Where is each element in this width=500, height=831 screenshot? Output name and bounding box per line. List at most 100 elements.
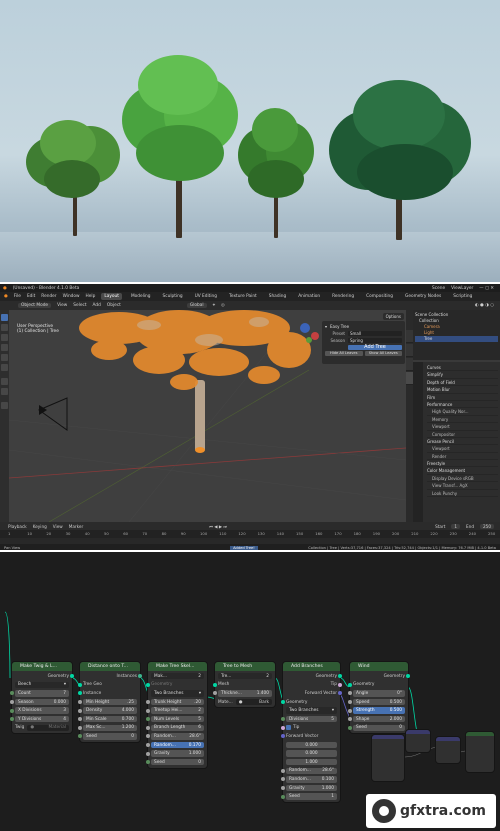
node-tree-to-mesh[interactable]: Tree to Mesh Tre... 2 Mesh Thickne... 1.40… [213,662,275,708]
properties-panel-row[interactable]: High Quality Nor... [427,408,498,416]
properties-panel-row[interactable]: Simplify [427,371,498,379]
n2-density-socket[interactable] [78,708,82,713]
node-make-twig-leaves[interactable]: Make Twig & L... Geometry Beech ▾ Count 7 … [10,662,74,734]
menu-render[interactable]: Render [41,294,56,299]
node-add-branches[interactable]: Add Branches Geometry Tip Forward Vector… [281,662,342,802]
mode-dropdown[interactable]: Object Mode [18,303,52,308]
properties-panel-row[interactable]: Memory [427,416,498,424]
n3-trunk-height-field[interactable]: Trunk Height .20 [151,698,204,706]
n5-gravity-socket[interactable] [281,786,285,791]
tab-layout[interactable]: Layout [101,293,122,300]
properties-panel-row[interactable]: Performance [427,401,498,409]
n3-branch-mode-dropdown[interactable]: Two Branches ▾ [151,690,204,697]
n6-speed-field[interactable]: Speed 0.500 [353,698,405,706]
n6-shape-field[interactable]: Shape 2.000 [353,716,405,723]
node-distance-onto-tree[interactable]: Distance onto T... Instances Tree Geo In… [78,662,142,742]
selected-leaves-mesh[interactable] [79,310,311,390]
view-layer-selector[interactable]: ViewLayer [451,286,473,291]
move-tool-icon[interactable] [1,334,8,341]
n3-branch-length-field[interactable]: Branch Length 6 [151,724,204,732]
n2-max-scale-socket[interactable] [78,725,82,730]
n3-geometry-socket[interactable] [146,682,150,687]
n5-gravity-field[interactable]: Gravity 1.000 [286,784,337,792]
n2-density-field[interactable]: Density 4.000 [83,707,137,714]
node-make-twig-leaves-title[interactable]: Make Twig & L... [12,662,72,671]
n6-geometry-socket[interactable] [348,682,352,687]
n5-tip-checkbox[interactable] [286,725,291,731]
properties-panel-row[interactable]: Motion Blur [427,386,498,394]
sidebar-tab-tool[interactable] [406,344,413,357]
scale-tool-icon[interactable] [1,354,8,361]
n2-min-scale-field[interactable]: Min Scale 0.700 [83,716,137,723]
n4-thickness-field[interactable]: Thickne... 1.400 [218,690,272,697]
n6-strength-field[interactable]: Strength 0.500 [353,707,405,714]
n5-random-amount-socket[interactable] [281,777,285,782]
tab-animation[interactable]: Animation [295,293,323,300]
n5-random-angle-field[interactable]: Random... 28.6° [286,767,337,775]
n5-branch-mode-dropdown[interactable]: Two Branches ▾ [286,707,337,714]
n3-random-angle-socket[interactable] [146,734,150,739]
n1-x-divisions-socket[interactable] [10,708,14,713]
n2-min-height-field[interactable]: Min Height .25 [83,698,137,706]
n5-divisions-field[interactable]: Divisions 5 [286,716,337,723]
node-make-tree-skeleton[interactable]: Make Tree Skel... Mak... 2 Geometry Two B… [146,662,207,768]
n6-speed-socket[interactable] [348,700,352,705]
n3-treetop-height-field[interactable]: Treetop Hei... 2 [151,707,204,714]
n2-min-height-socket[interactable] [78,700,82,705]
tab-geometry-nodes[interactable]: Geometry Nodes [402,293,444,300]
menu-object[interactable]: Object [107,303,121,308]
n5-divisions-socket[interactable] [281,717,285,722]
menu-select[interactable]: Select [73,303,86,308]
n3-gravity-field[interactable]: Gravity 1.000 [151,750,204,757]
n5-vector-y-field[interactable]: 0.000 [286,750,337,757]
annotate-tool-icon[interactable] [1,378,8,385]
n2-max-scale-field[interactable]: Max Sc... 1.200 [83,724,137,732]
properties-panel-row[interactable]: Curves [427,364,498,372]
n4-mesh-socket[interactable] [213,682,217,687]
tab-shading[interactable]: Shading [266,293,289,300]
properties-panel-row[interactable]: Color Management [427,467,498,475]
options-dropdown[interactable]: Options [382,313,404,320]
n1-count-socket[interactable] [10,691,14,696]
n2-tree-geo-socket[interactable] [78,682,82,687]
add-tree-button[interactable]: Add Tree [348,344,402,350]
n3-num-levels-field[interactable]: Num Levels 5 [151,716,204,723]
add-cube-tool-icon[interactable] [1,402,8,409]
n1-season-field[interactable]: Season 0.000 [15,698,69,706]
n1-y-divisions-socket[interactable] [10,717,14,722]
properties-panel-row[interactable]: Grease Pencil [427,438,498,446]
n5-random-amount-field[interactable]: Random... 0.100 [286,776,337,783]
n3-branch-length-socket[interactable] [146,725,150,730]
mini-node[interactable] [466,732,494,772]
timeline-playback-menu[interactable]: Playback [8,524,27,529]
window-controls-icon[interactable]: — ▢ ✕ [479,286,494,291]
tab-uv-editing[interactable]: UV Editing [192,293,220,300]
node-add-branches-title[interactable]: Add Branches [283,662,340,671]
n2-min-scale-socket[interactable] [78,717,82,722]
n3-trunk-height-socket[interactable] [146,700,150,705]
n5-tip-output-socket[interactable] [338,682,342,687]
n3-random-angle-field[interactable]: Random... 28.6° [151,733,204,740]
node-make-tree-skeleton-title[interactable]: Make Tree Skel... [148,662,207,671]
timeline-keying-menu[interactable]: Keying [33,524,47,529]
properties-panel-row[interactable]: Film [427,394,498,401]
properties-panel-row[interactable]: Viewport [427,445,498,453]
menu-add[interactable]: Add [93,303,101,308]
n5-geometry-socket[interactable] [281,700,285,705]
n1-twig-type-dropdown[interactable]: Beech ▾ [15,681,69,689]
n2-instance-socket[interactable] [78,691,82,696]
mini-node[interactable] [372,735,404,781]
tree-trunk-mesh[interactable] [195,380,205,453]
n4-thickness-socket[interactable] [213,691,217,696]
rotate-tool-icon[interactable] [1,344,8,351]
n5-seed-field[interactable]: Seed 1 [286,793,337,800]
menu-view[interactable]: View [57,303,67,308]
properties-tabs[interactable] [413,362,423,522]
shading-modes-icon[interactable]: ◐ ● ◑ ○ [475,303,494,308]
node-tree-to-mesh-title[interactable]: Tree to Mesh [215,662,275,671]
n4-group-selector[interactable]: Tre... 2 [218,673,272,680]
tab-rendering[interactable]: Rendering [329,293,357,300]
tab-texture-paint[interactable]: Texture Paint [226,293,260,300]
n2-seed-field[interactable]: Seed 0 [83,733,137,740]
properties-panel-row[interactable]: Compositor [427,431,498,438]
